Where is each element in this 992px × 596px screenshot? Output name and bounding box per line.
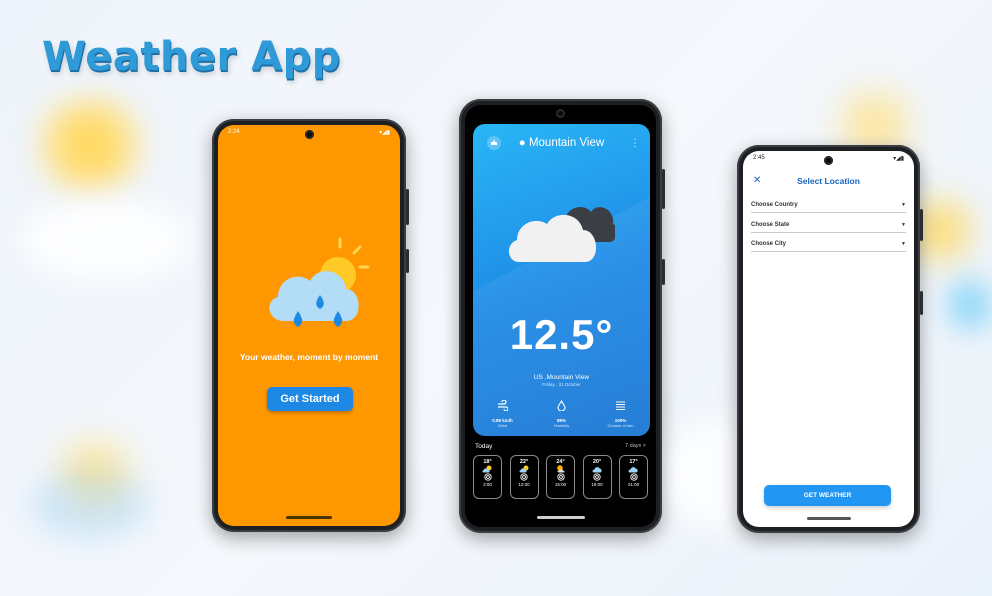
home-indicator xyxy=(806,517,851,520)
cloud-sun-rain-icon xyxy=(269,237,370,327)
country-dropdown[interactable]: Choose Country ▼ xyxy=(751,198,906,213)
stat-wind: 0.89 km/h Wind xyxy=(478,398,528,432)
hourly-item[interactable]: 22° 12:00 xyxy=(509,455,539,499)
home-indicator xyxy=(286,516,332,519)
phone-select-location: 2:45 ▾◢▮ ✕ Select Location Choose Countr… xyxy=(737,145,923,533)
cloudy-icon xyxy=(628,467,638,473)
hourly-forecast: 18° 3:00 22° 12:00 24° 15:00 20° 18:00 1… xyxy=(473,455,648,499)
city-line: US ,Mountain View xyxy=(533,374,590,381)
hourly-time: 15:00 xyxy=(554,482,567,487)
partly-cloudy-icon xyxy=(519,465,528,473)
chevron-down-icon: ▼ xyxy=(901,241,906,247)
volume-button xyxy=(406,189,409,225)
hourly-time: 18:00 xyxy=(591,482,603,487)
power-button xyxy=(662,259,665,285)
page-title: Weather App xyxy=(42,34,341,80)
splash-tagline: Your weather, moment by moment xyxy=(239,352,379,362)
city-dropdown[interactable]: Choose City ▼ xyxy=(751,237,906,252)
status-icons: ▾◢▮ xyxy=(379,130,390,136)
select-location-screen: 2:45 ▾◢▮ ✕ Select Location Choose Countr… xyxy=(743,151,914,527)
cloudy-icon xyxy=(592,467,602,473)
wind-icon xyxy=(498,399,509,412)
bg-blue-blob xyxy=(30,470,150,540)
weather-stats: 0.89 km/h Wind 89% Humidity 100% Chance … xyxy=(473,398,650,432)
power-button xyxy=(406,249,409,273)
more-options-icon[interactable]: ⋮ xyxy=(630,138,640,149)
stat-humidity: 89% Humidity xyxy=(537,398,587,432)
hourly-item[interactable]: 20° 18:00 xyxy=(582,455,612,499)
chevron-down-icon: ▼ xyxy=(901,202,906,208)
bg-sun-blob xyxy=(30,95,150,195)
today-header: Today 7 days > xyxy=(475,443,646,450)
wind-swirl-icon xyxy=(593,473,601,481)
hourly-item[interactable]: 24° 15:00 xyxy=(546,455,575,499)
phone-splash: 2:24 ▾◢▮ Your weather, moment by moment … xyxy=(212,119,409,532)
chevron-down-icon: ▼ xyxy=(901,222,906,228)
current-weather-card: ● Mountain View ⋮ 12.5° US ,Mountain Vie… xyxy=(473,124,650,436)
phone-weather: ● Mountain View ⋮ 12.5° US ,Mountain Vie… xyxy=(459,99,665,533)
front-camera xyxy=(304,130,314,139)
today-label: Today xyxy=(475,443,493,450)
chance-icon xyxy=(616,401,625,411)
cloud-icon xyxy=(508,207,615,262)
wind-label: Wind xyxy=(497,423,508,428)
sunny-cloud-icon xyxy=(557,465,565,473)
wind-swirl-icon xyxy=(483,473,492,481)
hourly-time: 21:00 xyxy=(627,482,640,487)
status-time: 2:45 xyxy=(753,155,765,161)
get-started-button[interactable]: Get Started xyxy=(267,387,353,411)
hourly-item[interactable]: 18° 3:00 xyxy=(473,455,502,499)
humidity-icon xyxy=(557,399,566,412)
get-weather-button[interactable]: GET WEATHER xyxy=(764,485,891,506)
splash-screen: 2:24 ▾◢▮ Your weather, moment by moment … xyxy=(218,125,400,526)
country-label: Choose Country xyxy=(751,202,798,208)
humidity-label: Humidity xyxy=(553,423,570,428)
hourly-time: 3:00 xyxy=(483,482,492,487)
power-button xyxy=(920,291,923,315)
location-name: Mountain View xyxy=(528,137,605,149)
hourly-item[interactable]: 17° 21:00 xyxy=(619,455,648,499)
seven-days-link[interactable]: 7 days > xyxy=(625,443,646,450)
bg-cloud-blob xyxy=(20,200,190,280)
location-pin-icon: ● xyxy=(518,137,526,149)
location-header[interactable]: ● Mountain View xyxy=(473,137,650,149)
status-time: 2:24 xyxy=(228,129,240,135)
wind-swirl-icon xyxy=(629,473,638,481)
state-label: Choose State xyxy=(751,222,790,228)
partly-cloudy-icon xyxy=(482,465,492,473)
current-temperature: 12.5° xyxy=(509,311,614,358)
wind-swirl-icon xyxy=(520,473,528,481)
front-camera xyxy=(556,109,565,118)
volume-button xyxy=(662,169,665,209)
state-dropdown[interactable]: Choose State ▼ xyxy=(751,218,906,233)
weather-screen: ● Mountain View ⋮ 12.5° US ,Mountain Vie… xyxy=(465,105,656,527)
home-indicator xyxy=(536,516,585,519)
chance-label: Chance of rain xyxy=(607,423,634,428)
status-icons: ▾◢▮ xyxy=(893,156,904,162)
hourly-time: 12:00 xyxy=(518,482,530,487)
date-line: Friday , 31 October xyxy=(542,382,581,387)
wind-swirl-icon xyxy=(556,473,565,481)
front-camera xyxy=(824,156,833,165)
city-label: Choose City xyxy=(751,241,787,247)
stat-chance: 100% Chance of rain xyxy=(596,398,646,432)
select-location-title: Select Location xyxy=(797,176,860,186)
bg-blue-blob-2 xyxy=(948,280,992,330)
volume-button xyxy=(920,209,923,241)
